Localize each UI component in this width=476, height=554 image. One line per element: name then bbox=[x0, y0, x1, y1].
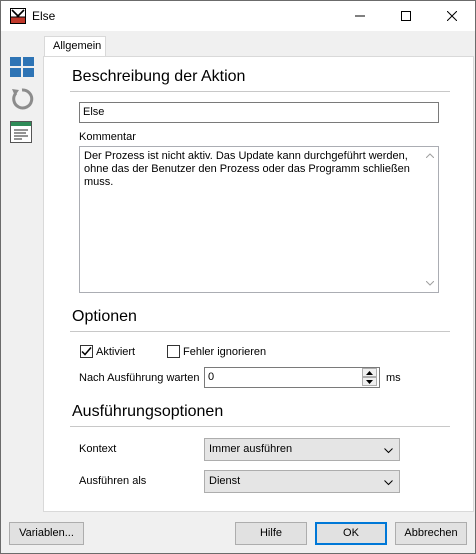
comment-label: Kommentar bbox=[79, 131, 136, 143]
document-list-icon[interactable] bbox=[10, 121, 34, 145]
comment-scrollbar[interactable] bbox=[421, 147, 438, 292]
title-bar[interactable]: Else bbox=[1, 1, 475, 31]
chevron-down-icon bbox=[384, 477, 393, 489]
scroll-down-icon[interactable] bbox=[421, 275, 438, 292]
ignore-errors-checkbox[interactable] bbox=[167, 345, 180, 358]
execution-section-title: Ausführungsoptionen bbox=[72, 403, 224, 420]
context-select[interactable]: Immer ausführen bbox=[204, 438, 400, 461]
wait-label: Nach Ausführung warten bbox=[79, 372, 200, 384]
ignore-errors-label[interactable]: Fehler ignorieren bbox=[183, 346, 266, 358]
ok-button[interactable]: OK bbox=[315, 522, 387, 545]
chevron-down-icon bbox=[384, 445, 393, 457]
tab-panel: Beschreibung der Aktion Else Kommentar D… bbox=[43, 56, 474, 512]
window-title: Else bbox=[32, 9, 56, 23]
app-icon bbox=[10, 8, 26, 24]
cancel-button[interactable]: Abbrechen bbox=[395, 522, 467, 545]
wait-unit-label: ms bbox=[386, 372, 401, 384]
context-select-value: Immer ausführen bbox=[209, 443, 293, 455]
context-label: Kontext bbox=[79, 443, 117, 455]
wait-input[interactable]: 0 bbox=[204, 367, 380, 388]
windows-layout-icon[interactable] bbox=[10, 57, 34, 81]
spin-up-icon[interactable] bbox=[362, 368, 377, 377]
description-section-title: Beschreibung der Aktion bbox=[72, 68, 246, 85]
help-button[interactable]: Hilfe bbox=[235, 522, 307, 545]
name-input[interactable]: Else bbox=[79, 102, 439, 123]
tab-allgemein[interactable]: Allgemein bbox=[44, 36, 106, 57]
activated-label[interactable]: Aktiviert bbox=[96, 346, 135, 358]
activated-checkbox[interactable] bbox=[80, 345, 93, 358]
execution-divider bbox=[70, 426, 450, 427]
maximize-button[interactable] bbox=[383, 1, 429, 31]
run-as-select-value: Dienst bbox=[209, 475, 241, 487]
spin-down-icon[interactable] bbox=[362, 377, 377, 386]
close-button[interactable] bbox=[429, 1, 475, 31]
refresh-icon[interactable] bbox=[10, 87, 34, 111]
comment-textarea[interactable]: Der Prozess ist nicht aktiv. Das Update … bbox=[79, 146, 439, 293]
options-section-title: Optionen bbox=[72, 308, 137, 325]
scroll-up-icon[interactable] bbox=[421, 147, 438, 164]
variables-button[interactable]: Variablen... bbox=[9, 522, 84, 545]
sidebar bbox=[1, 31, 41, 511]
dialog-window: Else Allgemein Beschreibung der Aktion E… bbox=[0, 0, 476, 554]
minimize-button[interactable] bbox=[337, 1, 383, 31]
comment-text: Der Prozess ist nicht aktiv. Das Update … bbox=[84, 150, 410, 188]
run-as-label: Ausführen als bbox=[79, 475, 147, 487]
description-divider bbox=[70, 91, 450, 92]
options-divider bbox=[70, 331, 450, 332]
run-as-select[interactable]: Dienst bbox=[204, 470, 400, 493]
